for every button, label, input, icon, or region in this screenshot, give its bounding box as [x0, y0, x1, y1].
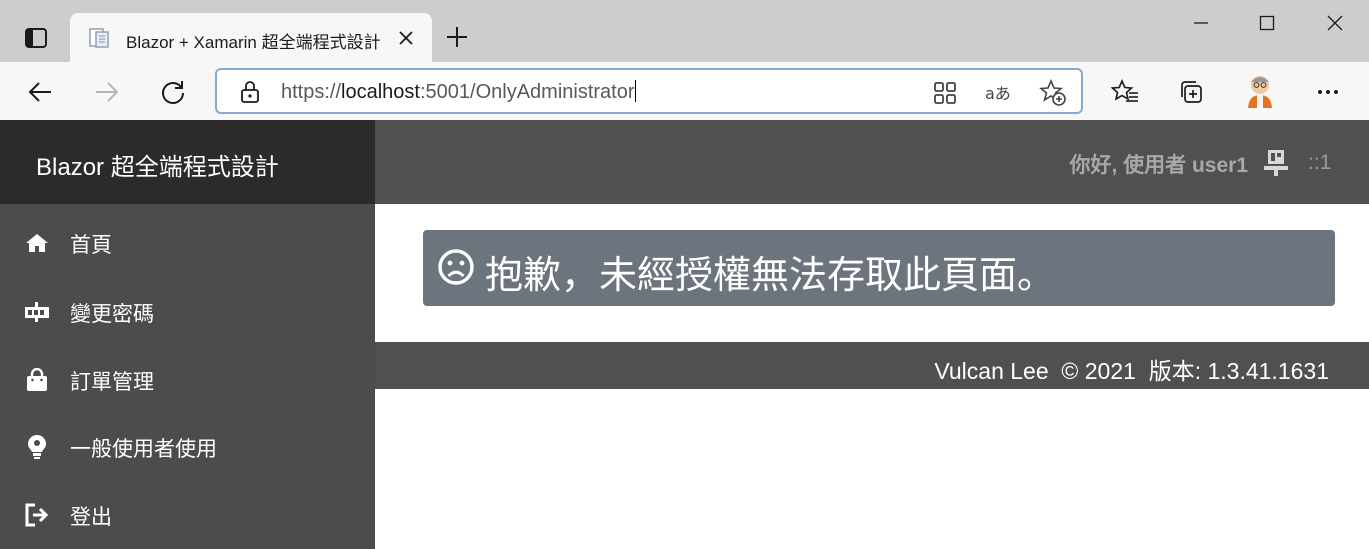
url-text[interactable]: https://localhost:5001/OnlyAdministrator — [281, 80, 636, 104]
url-host: localhost — [341, 81, 420, 103]
text-caret — [634, 80, 636, 102]
home-icon — [24, 230, 50, 256]
sign-out-icon — [24, 502, 50, 528]
browser-tab-bar: Blazor + Xamarin 超全端程式設計 — [0, 0, 1369, 62]
nav-item-change-password[interactable]: 變更密碼 — [0, 283, 375, 339]
user-desk-icon[interactable] — [1263, 149, 1289, 177]
read-aloud-icon[interactable]: aあ — [985, 79, 1013, 107]
nav-label-change-password: 變更密碼 — [70, 303, 154, 326]
key-icon — [24, 299, 50, 325]
minimize-icon[interactable] — [1178, 6, 1224, 40]
collections-icon[interactable] — [1173, 74, 1209, 110]
app-grid-icon[interactable] — [931, 79, 959, 107]
client-ip-text: ::1 — [1308, 151, 1332, 174]
more-icon[interactable] — [1310, 74, 1346, 110]
maximize-icon[interactable] — [1244, 6, 1290, 40]
nav-item-logout[interactable]: 登出 — [0, 486, 375, 542]
new-tab-plus-icon[interactable] — [442, 22, 472, 52]
star-plus-icon[interactable] — [1039, 79, 1067, 107]
brand-bar: Blazor 超全端程式設計 — [0, 120, 375, 204]
address-bar[interactable]: https://localhost:5001/OnlyAdministrator… — [215, 68, 1083, 114]
unauthorized-alert: 抱歉，未經授權無法存取此頁面。 — [423, 230, 1335, 306]
app-top-bar: 你好, 使用者 user1 ::1 — [375, 120, 1369, 204]
profile-avatar[interactable] — [1240, 70, 1280, 110]
brand-link[interactable]: Blazor 超全端程式設計 — [36, 147, 279, 182]
nav-item-general-user[interactable]: 一般使用者使用 — [0, 418, 375, 474]
close-window-icon[interactable] — [1312, 6, 1358, 40]
lock-icon[interactable] — [239, 80, 261, 104]
app-footer: Vulcan Lee © 2021 版本: 1.3.41.1631 — [375, 342, 1369, 389]
favorites-list-icon[interactable] — [1107, 74, 1143, 110]
sidebar: Blazor 超全端程式設計 首頁 變更密碼 訂單管理 一般使用者使用 登出 — [0, 120, 375, 549]
frown-icon — [437, 248, 475, 286]
refresh-icon[interactable] — [155, 74, 191, 110]
page-favicon-icon — [88, 27, 110, 49]
nav-item-home[interactable]: 首頁 — [0, 214, 375, 270]
user-greeting: 你好, 使用者 user1 — [1069, 154, 1248, 177]
alert-message: 抱歉，未經授權無法存取此頁面。 — [485, 255, 1056, 297]
url-prefix: https:// — [281, 81, 342, 103]
nav-item-order-management[interactable]: 訂單管理 — [0, 351, 375, 407]
footer-text: Vulcan Lee © 2021 版本: 1.3.41.1631 — [934, 358, 1329, 384]
shopping-bag-icon — [24, 367, 50, 393]
browser-tab[interactable]: Blazor + Xamarin 超全端程式設計 — [70, 13, 432, 62]
close-tab-icon[interactable] — [394, 27, 418, 49]
browser-toolbar: https://localhost:5001/OnlyAdministrator… — [0, 62, 1369, 120]
nav-label-logout: 登出 — [70, 506, 112, 529]
nav-label-order-management: 訂單管理 — [70, 371, 154, 394]
url-path: :5001/OnlyAdministrator — [419, 81, 635, 103]
user-bulb-icon — [24, 434, 50, 460]
nav-label-general-user: 一般使用者使用 — [70, 438, 217, 461]
tab-title: Blazor + Xamarin 超全端程式設計 — [126, 33, 381, 52]
nav-label-home: 首頁 — [70, 234, 112, 257]
forward-arrow-icon[interactable] — [89, 74, 125, 110]
back-arrow-icon[interactable] — [22, 74, 58, 110]
tab-actions-icon[interactable] — [16, 22, 56, 54]
svg-text:aあ: aあ — [985, 84, 1011, 103]
